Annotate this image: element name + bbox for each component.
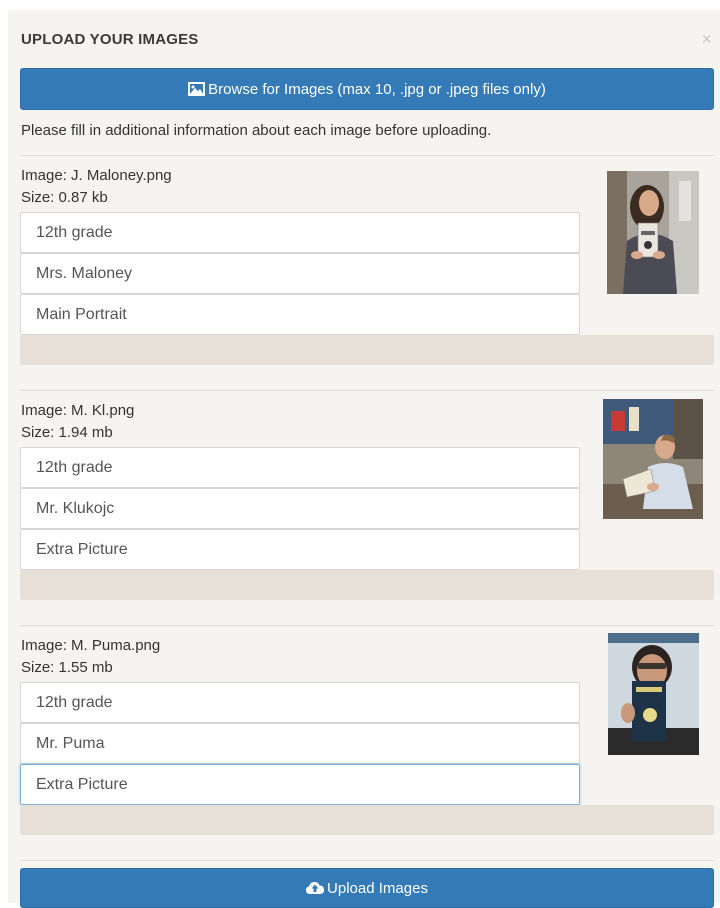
- upload-progress-bar: [20, 805, 714, 835]
- name-field[interactable]: [20, 253, 580, 294]
- image-filename: Image: M. Puma.png: [21, 637, 161, 654]
- image-filesize: Size: 1.94 mb: [21, 424, 113, 441]
- image-filename: Image: J. Maloney.png: [21, 167, 172, 184]
- divider: [20, 625, 714, 626]
- browse-images-label: Browse for Images (max 10, .jpg or .jpeg…: [208, 80, 546, 98]
- modal-header: UPLOAD YOUR IMAGES ×: [8, 10, 720, 68]
- instructions-text: Please fill in additional information ab…: [21, 122, 492, 139]
- image-filesize: Size: 0.87 kb: [21, 189, 108, 206]
- grade-field[interactable]: [20, 682, 580, 723]
- upload-images-label: Upload Images: [327, 879, 428, 897]
- name-field[interactable]: [20, 723, 580, 764]
- close-icon[interactable]: ×: [701, 30, 712, 48]
- image-thumbnail: [608, 633, 699, 755]
- modal-title: UPLOAD YOUR IMAGES: [21, 31, 199, 48]
- image-filesize: Size: 1.55 mb: [21, 659, 113, 676]
- upload-modal: UPLOAD YOUR IMAGES × Browse for Images (…: [8, 10, 720, 908]
- upload-progress-bar: [20, 570, 714, 600]
- picture-type-field[interactable]: [20, 294, 580, 335]
- divider: [20, 155, 714, 156]
- grade-field[interactable]: [20, 212, 580, 253]
- image-thumbnail: [607, 171, 699, 294]
- picture-type-field[interactable]: [20, 529, 580, 570]
- grade-field[interactable]: [20, 447, 580, 488]
- browse-images-button[interactable]: Browse for Images (max 10, .jpg or .jpeg…: [20, 68, 714, 110]
- upload-images-button[interactable]: Upload Images: [20, 868, 714, 908]
- name-field[interactable]: [20, 488, 580, 529]
- cloud-upload-icon: [306, 881, 325, 895]
- picture-type-field[interactable]: [20, 764, 580, 805]
- divider: [20, 860, 714, 861]
- image-filename: Image: M. Kl.png: [21, 402, 135, 419]
- image-thumbnail: [603, 399, 703, 519]
- divider: [20, 390, 714, 391]
- image-icon: [188, 82, 206, 96]
- upload-progress-bar: [20, 335, 714, 365]
